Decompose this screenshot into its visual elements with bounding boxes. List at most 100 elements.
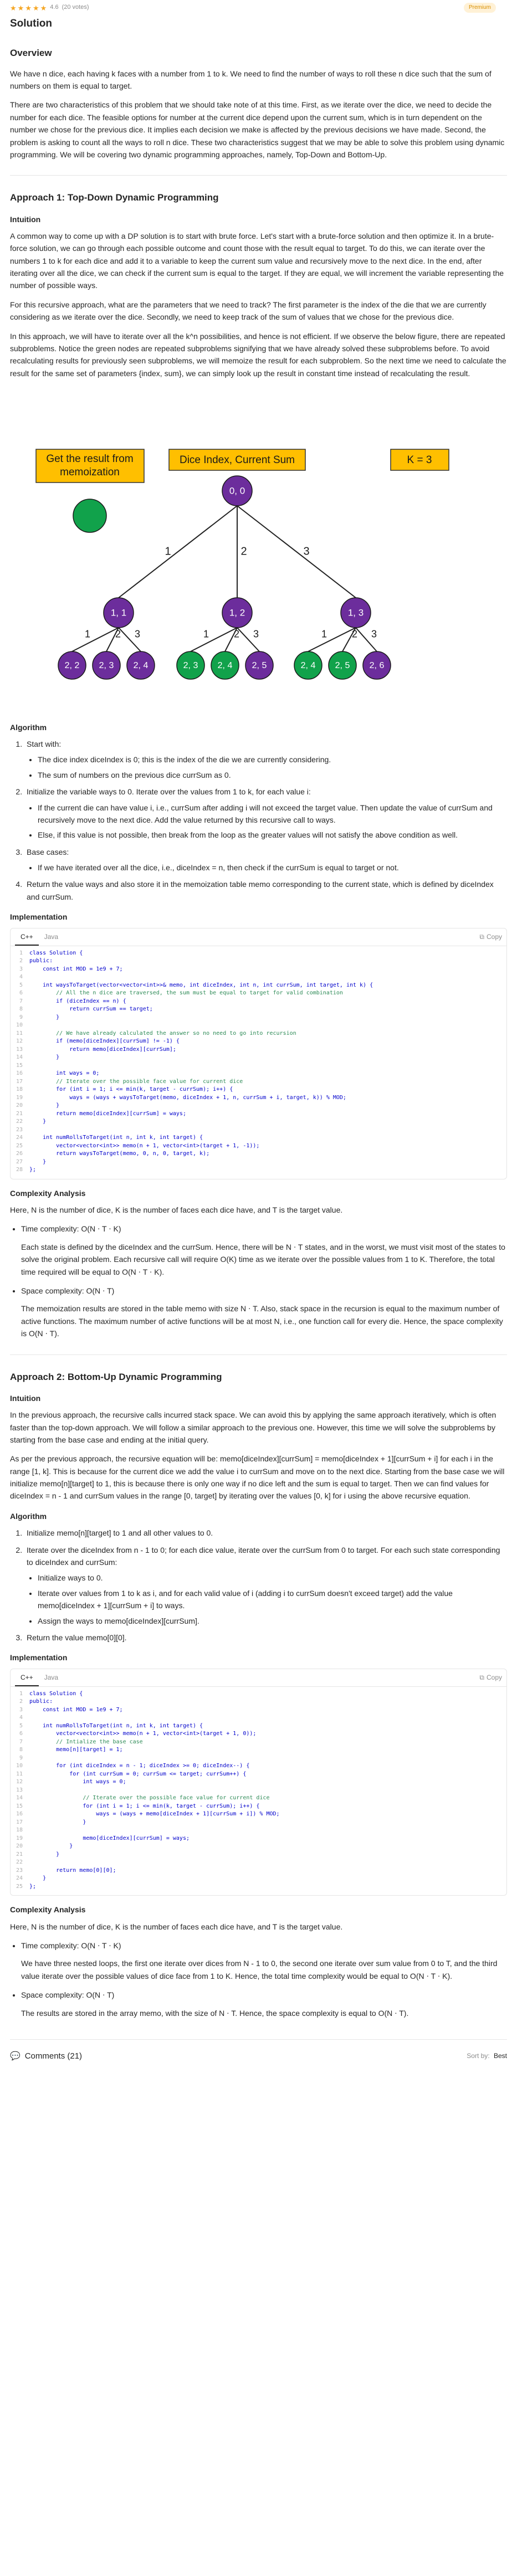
code-block: C++ Java ⧉ Copy 1 class Solution {2 public… [10, 1668, 507, 1896]
code-line: 3 const int MOD = 1e9 + 7; [11, 966, 506, 974]
code-line: 17 } [11, 1819, 506, 1827]
code-text: int waysToTarget(vector<vector<int>>& me… [29, 982, 373, 988]
code-line: 8 return currSum == target; [11, 1005, 506, 1014]
copy-button[interactable]: ⧉ Copy [479, 932, 502, 942]
star-icon[interactable]: ★ [18, 4, 24, 12]
line-number: 8 [19, 1006, 23, 1013]
code-line: 16 ways = (ways + memo[diceIndex + 1][cu… [11, 1810, 506, 1819]
approach1-algorithm-heading: Algorithm [10, 722, 47, 732]
code-text: // Iterate over the possible face value … [29, 1795, 270, 1802]
code-line: 5 int waysToTarget(vector<vector<int>>& … [11, 982, 506, 990]
legend-green-node [73, 499, 107, 533]
tree-node-label: 0, 0 [229, 486, 245, 496]
algorithm-substep: The sum of numbers on the previous dice … [38, 769, 507, 781]
line-number: 5 [19, 982, 23, 988]
code-line: 14 } [11, 1054, 506, 1062]
line-number: 16 [16, 1070, 23, 1077]
line-number: 4 [19, 1715, 23, 1721]
line-number: 18 [16, 1827, 23, 1834]
tab-java[interactable]: Java [39, 1669, 64, 1687]
space-complexity-body: The results are stored in the array memo… [21, 2008, 409, 2018]
code-body: 1 class Solution {2 public: 3 const int MOD… [11, 1687, 506, 1896]
time-complexity-body: Each state is defined by the diceIndex a… [21, 1242, 505, 1276]
line-number: 25 [16, 1142, 23, 1149]
algorithm-substep: Else, if this value is not possible, the… [38, 829, 507, 841]
code-block: C++ Java ⧉ Copy 1 class Solution {2 public… [10, 927, 507, 1179]
code-line: 20 } [11, 1843, 506, 1851]
edge-label: 1 [85, 628, 90, 639]
line-number: 3 [19, 1706, 23, 1713]
rating-votes: (20 votes) [62, 4, 89, 11]
code-line: 2 public: [11, 1698, 506, 1706]
code-text: if (memo[diceIndex][currSum] != -1) { [29, 1038, 180, 1045]
rating[interactable]: ★ ★ ★ ★ ★ 4.6 (20 votes) [10, 3, 89, 13]
star-icon[interactable]: ★ [40, 4, 47, 12]
algorithm-substep: If the current die can have value i, i.e… [38, 802, 507, 827]
line-number: 8 [19, 1747, 23, 1753]
code-text: public: [29, 1698, 53, 1705]
edge-label: 2 [234, 628, 239, 639]
line-number: 27 [16, 1158, 23, 1165]
rating-value: 4.6 [50, 4, 59, 11]
line-number: 5 [19, 1722, 23, 1729]
algorithm-step: Initialize the variable ways to 0. Itera… [24, 786, 507, 841]
star-icon[interactable]: ★ [10, 4, 17, 12]
algorithm-substep: Assign the ways to memo[diceIndex][currS… [38, 1615, 507, 1627]
code-line: 17 // Iterate over the possible face val… [11, 1078, 506, 1086]
tree-node-label: 1, 1 [111, 608, 126, 618]
code-text: for (int diceIndex = n - 1; diceIndex >=… [29, 1763, 250, 1769]
sort-dropdown[interactable]: Sort by: Best [467, 2051, 507, 2061]
code-language-tabs: C++ Java ⧉ Copy [11, 1669, 506, 1687]
line-number: 21 [16, 1851, 23, 1857]
algorithm-step: Return the value memo[0][0]. [24, 1631, 507, 1644]
code-text: } [29, 1819, 86, 1825]
code-text: ways = (ways + memo[diceIndex + 1][currS… [29, 1811, 280, 1818]
code-text: vector<vector<int>> memo(n + 1, vector<i… [29, 1731, 257, 1737]
recursion-tree-figure: Get the result frommemoization Dice Index… [35, 449, 449, 680]
approach1-algorithm-list: Start with: The dice index diceIndex is … [24, 738, 507, 903]
copy-button[interactable]: ⧉ Copy [479, 1672, 502, 1683]
code-text: class Solution { [29, 950, 83, 956]
line-number: 2 [19, 1698, 23, 1705]
solution-page: ★ ★ ★ ★ ★ 4.6 (20 votes) Premium Solutio… [0, 0, 517, 2085]
approach1-implementation-heading: Implementation [10, 912, 68, 922]
tree-node-label: 2, 2 [65, 661, 80, 670]
overview-heading: Overview [10, 48, 52, 59]
line-number: 9 [19, 1014, 23, 1020]
tree-edge [118, 505, 238, 598]
comment-icon: 💬 [10, 2051, 21, 2061]
tree-node-label: 2, 5 [252, 661, 267, 670]
line-number: 2 [19, 958, 23, 964]
tab-cpp[interactable]: C++ [15, 928, 39, 946]
code-line: 8 memo[n][target] = 1; [11, 1746, 506, 1754]
tree-node-label: 2, 3 [183, 661, 198, 670]
algorithm-substep: Initialize ways to 0. [38, 1572, 507, 1584]
line-number: 24 [16, 1875, 23, 1882]
approach2-paragraph: As per the previous approach, the recurs… [10, 1454, 505, 1501]
edge-label: 3 [303, 545, 309, 557]
code-text: } [29, 1843, 73, 1850]
approach2-algorithm-list: Initialize memo[n][target] to 1 and all … [24, 1527, 507, 1644]
edge-label: 3 [371, 628, 377, 639]
code-text: }; [29, 1883, 37, 1890]
code-text: const int MOD = 1e9 + 7; [29, 966, 123, 972]
code-text: return memo[0][0]; [29, 1867, 116, 1874]
tab-java[interactable]: Java [39, 928, 64, 946]
copy-icon: ⧉ [479, 1673, 484, 1681]
code-line: 1 class Solution { [11, 950, 506, 958]
time-complexity: Time complexity: O(N ⋅ T ⋅ K) We have th… [21, 1939, 507, 1982]
tree-node-label: 2, 4 [218, 661, 233, 670]
star-icon[interactable]: ★ [25, 4, 32, 12]
code-text: int ways = 0; [29, 1779, 126, 1785]
premium-badge: Premium [463, 3, 496, 13]
comments-title[interactable]: 💬 Comments (21) [10, 2050, 82, 2063]
tab-cpp[interactable]: C++ [15, 1669, 39, 1687]
space-complexity: Space complexity: O(N ⋅ T) The memoizati… [21, 1285, 507, 1340]
line-number: 11 [16, 1030, 23, 1036]
star-icon[interactable]: ★ [33, 4, 39, 12]
approach1-complexity-heading: Complexity Analysis [10, 1188, 86, 1198]
code-text: for (int currSum = 0; currSum <= target;… [29, 1771, 247, 1777]
line-number: 19 [16, 1094, 23, 1101]
code-line: 14 // Iterate over the possible face val… [11, 1794, 506, 1803]
code-line: 4 [11, 973, 506, 982]
